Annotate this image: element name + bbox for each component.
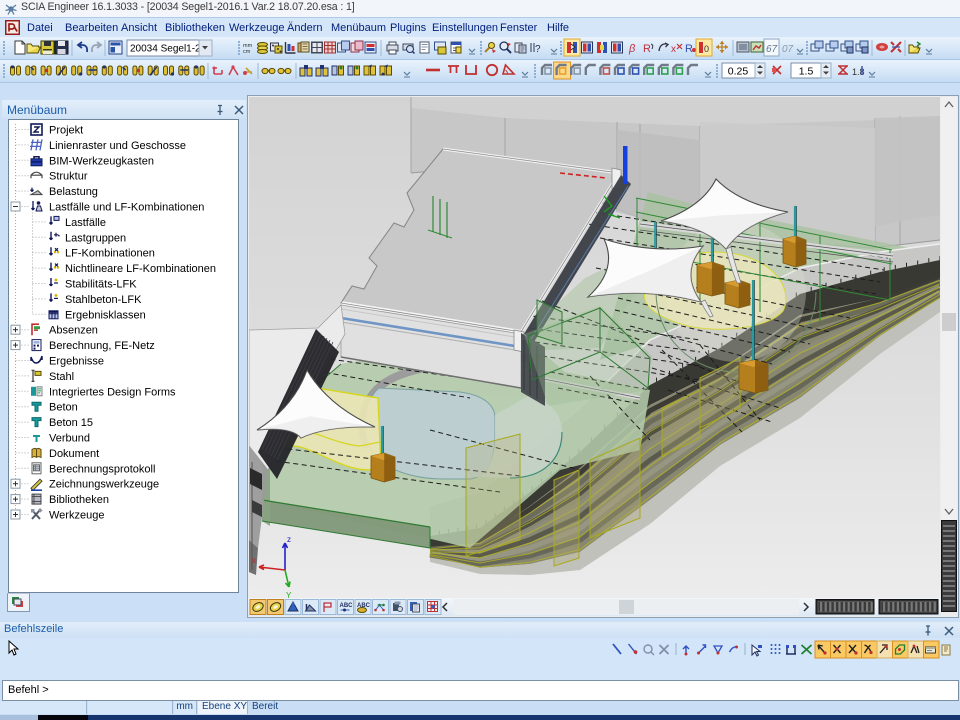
svg-text:Beton 15: Beton 15 — [49, 417, 93, 429]
svg-text:cm: cm — [243, 49, 251, 55]
svg-text:Absenzen: Absenzen — [49, 325, 98, 337]
svg-text:0: 0 — [704, 44, 709, 54]
svg-text:Stabilitäts-LFK: Stabilitäts-LFK — [65, 279, 137, 291]
svg-text:Stahlbeton-LFK: Stahlbeton-LFK — [65, 294, 142, 306]
svg-text:Berechnung, FE-Netz: Berechnung, FE-Netz — [49, 340, 155, 352]
svg-text:Y: Y — [286, 591, 292, 598]
svg-text:Linienraster und Geschosse: Linienraster und Geschosse — [49, 140, 186, 152]
svg-text:Struktur: Struktur — [49, 171, 88, 183]
svg-text:Stahl: Stahl — [49, 371, 74, 383]
svg-text:β: β — [628, 43, 636, 55]
svg-text:0.25: 0.25 — [728, 66, 749, 78]
svg-text:LF-Kombinationen: LF-Kombinationen — [65, 248, 155, 260]
svg-text:Integriertes Design Forms: Integriertes Design Forms — [49, 386, 176, 398]
svg-text:Lastgruppen: Lastgruppen — [65, 232, 126, 244]
svg-text:Verbund: Verbund — [49, 433, 90, 445]
svg-text:?: ? — [535, 44, 541, 55]
svg-text:67: 67 — [766, 44, 778, 55]
svg-text:R: R — [643, 43, 651, 55]
svg-text:ABC: ABC — [340, 603, 354, 609]
svg-text:Werkzeuge: Werkzeuge — [49, 510, 104, 522]
svg-text:Lastfälle und LF-Kombinationen: Lastfälle und LF-Kombinationen — [49, 202, 204, 214]
svg-text:Lastfälle: Lastfälle — [65, 217, 106, 229]
svg-text:Ergebnisse: Ergebnisse — [49, 356, 104, 368]
svg-text:x: x — [252, 556, 256, 565]
svg-text:Nichtlineare LF-Kombinationen: Nichtlineare LF-Kombinationen — [65, 263, 216, 275]
svg-text:BIM-Werkzeugkasten: BIM-Werkzeugkasten — [49, 155, 154, 167]
svg-text:Projekt: Projekt — [49, 125, 83, 137]
svg-text:z: z — [287, 535, 291, 544]
svg-text:1.5: 1.5 — [799, 66, 814, 78]
svg-text:x: x — [671, 44, 676, 55]
svg-text:07: 07 — [782, 44, 794, 55]
svg-text:R: R — [685, 43, 693, 55]
svg-text:Bibliotheken: Bibliotheken — [49, 494, 109, 506]
svg-text:Beton: Beton — [49, 402, 78, 414]
svg-text:Zeichnungswerkzeuge: Zeichnungswerkzeuge — [49, 479, 159, 491]
svg-text:Ergebnisklassen: Ergebnisklassen — [65, 309, 146, 321]
svg-text:Belastung: Belastung — [49, 186, 98, 198]
svg-text:Berechnungsprotokoll: Berechnungsprotokoll — [49, 463, 155, 475]
svg-text:Dokument: Dokument — [49, 448, 99, 460]
